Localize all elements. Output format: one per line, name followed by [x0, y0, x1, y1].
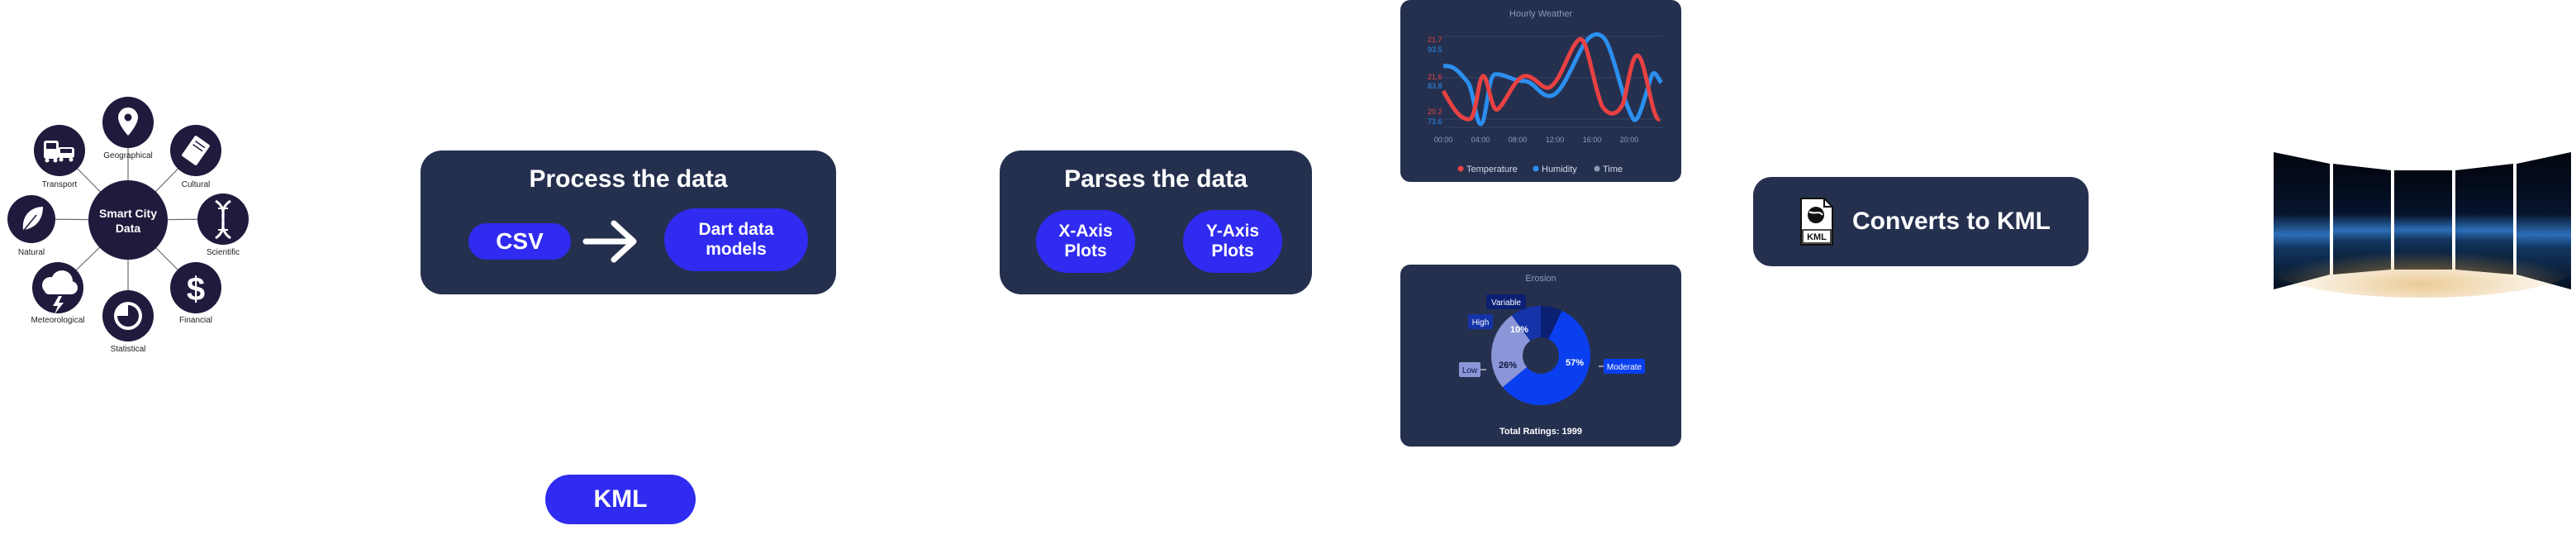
statistical-node: Statistical [102, 290, 154, 354]
x-tick: 08:00 [1509, 136, 1528, 144]
callout-moderate: Moderate [1607, 363, 1642, 372]
kml-file-icon-text: KML [1807, 232, 1827, 242]
kml-pill: KML [545, 475, 696, 524]
pie-chart-icon [114, 302, 142, 330]
dart-models-pill: Dart data models [664, 208, 808, 271]
svg-text:Data: Data [116, 222, 141, 235]
svg-text:Smart City: Smart City [99, 207, 157, 220]
converts-to-kml-card: KML Converts to KML [1753, 177, 2089, 266]
x-tick: 12:00 [1546, 136, 1565, 144]
label-financial: Financial [179, 316, 212, 325]
label-natural: Natural [18, 248, 45, 257]
screen-panel [2272, 152, 2573, 298]
x-axis-plots-pill: X-Axis Plots [1036, 210, 1135, 273]
process-data-title: Process the data [529, 165, 728, 193]
legend-humidity: Humidity [1542, 165, 1577, 174]
callout-variable: Variable [1491, 299, 1521, 308]
legend-marker [1457, 165, 1464, 172]
csv-pill: CSV [468, 223, 571, 260]
label-scientific: Scientific [207, 248, 240, 257]
y-tick-right: 93.5 [1428, 45, 1442, 54]
weather-chart-title: Hourly Weather [1509, 9, 1573, 19]
kml-file-icon: KML [1800, 198, 1833, 246]
label-statistical: Statistical [111, 345, 146, 354]
x-tick: 04:00 [1471, 136, 1490, 144]
legend-marker [1594, 165, 1600, 172]
x-tick: 00:00 [1434, 136, 1453, 144]
y-tick-left: 21.6 [1428, 73, 1442, 81]
dollar-icon: $ [187, 271, 205, 308]
erosion-panel: Erosion 57% 26% 10% Moderate Low High Va… [1400, 265, 1681, 447]
label-transport: Transport [42, 180, 78, 189]
smart-city-center: Smart City Data [88, 180, 168, 260]
smart-city-hub: Smart City Data Geographical Cultural Sc… [7, 97, 249, 354]
legend-marker [1533, 165, 1539, 172]
y-tick-left: 21.7 [1428, 36, 1442, 44]
slice-label-low: 26% [1499, 361, 1517, 370]
x-tick: 20:00 [1620, 136, 1639, 144]
converts-to-kml-title: Converts to KML [1852, 208, 2051, 235]
legend-time: Time [1603, 165, 1623, 174]
erosion-chart-title: Erosion [1525, 274, 1556, 284]
financial-node: $ Financial [170, 262, 221, 325]
process-data-card: Process the data CSV Dart data models [421, 150, 836, 294]
slice-label-high: 10% [1510, 325, 1528, 335]
weather-legend: Temperature Humidity Time [1457, 165, 1623, 174]
hourly-weather-chart: Hourly Weather 21.7 93.5 21.6 83.8 20.2 … [1428, 9, 1663, 174]
label-geographical: Geographical [103, 151, 152, 160]
label-meteorological: Meteorological [31, 316, 84, 325]
label-cultural: Cultural [182, 180, 210, 189]
liquid-galaxy-panorama [2272, 152, 2573, 298]
y-tick-right: 73.6 [1428, 117, 1442, 126]
parse-data-card: Parses the data X-Axis Plots Y-Axis Plot… [1000, 150, 1312, 294]
transport-node: Transport [34, 125, 85, 189]
geographical-node: Geographical [102, 97, 154, 160]
total-ratings: Total Ratings: 1999 [1499, 427, 1582, 437]
y-tick-left: 20.2 [1428, 107, 1442, 116]
scientific-node: Scientific [197, 193, 249, 257]
slice-label-moderate: 57% [1566, 358, 1584, 368]
x-tick: 16:00 [1583, 136, 1602, 144]
arrow-right-icon [582, 220, 637, 263]
y-axis-plots-pill: Y-Axis Plots [1183, 210, 1282, 273]
callout-low: Low [1462, 366, 1478, 375]
parse-data-title: Parses the data [1064, 165, 1248, 193]
legend-temperature: Temperature [1466, 165, 1518, 174]
erosion-chart: Erosion 57% 26% 10% Moderate Low High Va… [1459, 274, 1645, 437]
natural-node: Natural [7, 195, 55, 257]
cultural-node: Cultural [170, 125, 221, 189]
y-tick-right: 83.8 [1428, 82, 1442, 90]
meteorological-node: Meteorological [31, 262, 85, 325]
hourly-weather-panel: Hourly Weather 21.7 93.5 21.6 83.8 20.2 … [1400, 0, 1681, 182]
donut [1491, 306, 1590, 405]
callout-high: High [1472, 318, 1490, 327]
